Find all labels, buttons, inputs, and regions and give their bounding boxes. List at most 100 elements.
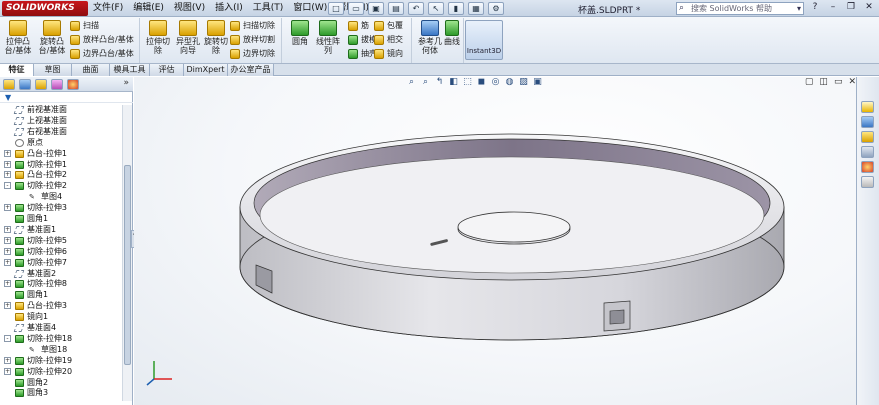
tab-office-products[interactable]: 办公室产品 — [228, 64, 274, 76]
tree-scrollbar-thumb[interactable] — [124, 165, 131, 365]
tree-item[interactable]: 圆角1 — [0, 214, 122, 224]
tree-item[interactable]: 上视基准面 — [0, 116, 122, 126]
restore-icon[interactable]: ❐ — [845, 2, 857, 12]
collapse-icon[interactable]: - — [4, 334, 11, 342]
expand-icon[interactable]: + — [4, 367, 11, 375]
viewport-tile-icon[interactable]: ◫ — [819, 77, 828, 87]
tab-mold-tools[interactable]: 模具工具 — [110, 64, 150, 76]
curves-button[interactable]: 曲线 — [440, 20, 464, 46]
loft-boss-button[interactable]: 放样凸台/基体 — [70, 34, 134, 46]
hide-show-items-icon[interactable]: ◎ — [490, 77, 501, 87]
help-search-input[interactable]: ⌕ 搜索 SolidWorks 帮助 ▾ — [676, 2, 804, 15]
file-explorer-icon[interactable] — [861, 131, 874, 143]
print-icon[interactable]: ▤ — [388, 2, 404, 15]
expand-icon[interactable]: + — [4, 280, 11, 288]
apply-scene-icon[interactable]: ▨ — [518, 77, 529, 87]
tree-item[interactable]: 基准面2 — [0, 269, 122, 279]
tree-item[interactable]: + 凸台-拉伸1 — [0, 149, 122, 159]
shell-button[interactable]: 抽壳 — [348, 48, 377, 60]
revolve-boss-button[interactable]: 旋转凸 台/基体 — [36, 20, 68, 55]
close-icon[interactable]: ✕ — [863, 2, 875, 12]
menu-edit[interactable]: 编辑(E) — [133, 2, 164, 15]
cup-lid-model[interactable] — [232, 125, 792, 365]
property-manager-tab-icon[interactable] — [19, 79, 31, 90]
new-document-icon[interactable]: □ — [328, 2, 344, 15]
tab-dimxpert[interactable]: DimXpert — [184, 64, 228, 76]
lofted-cut-button[interactable]: 放样切割 — [230, 34, 275, 46]
menu-file[interactable]: 文件(F) — [93, 2, 123, 15]
search-results-icon[interactable] — [861, 146, 874, 158]
rib-button[interactable]: 筋 — [348, 20, 369, 32]
tab-sketch[interactable]: 草图 — [34, 64, 72, 76]
tree-scrollbar[interactable] — [122, 105, 132, 401]
tree-item[interactable]: + 凸台-拉伸3 — [0, 301, 122, 311]
expand-icon[interactable]: + — [4, 171, 11, 179]
tree-item[interactable]: 圆角1 — [0, 290, 122, 300]
appearances-scenes-icon[interactable] — [861, 161, 874, 173]
viewport-restore-icon[interactable]: ▢ — [805, 77, 814, 87]
boundary-cut-button[interactable]: 边界切除 — [230, 48, 275, 60]
display-style-icon[interactable]: ◼ — [476, 77, 487, 87]
custom-properties-icon[interactable] — [861, 176, 874, 188]
swept-cut-button[interactable]: 扫描切除 — [230, 20, 275, 32]
feature-manager-tab-icon[interactable] — [3, 79, 15, 90]
expand-icon[interactable]: + — [4, 247, 11, 255]
tree-item[interactable]: + 切除-拉伸7 — [0, 258, 122, 268]
solidworks-logo[interactable]: SOLIDWORKS — [2, 1, 88, 16]
select-cursor-icon[interactable]: ↖ — [428, 2, 444, 15]
tree-item[interactable]: + 切除-拉伸3 — [0, 203, 122, 213]
previous-view-icon[interactable]: ↰ — [434, 77, 445, 87]
tab-features[interactable]: 特征 — [0, 64, 34, 76]
minimize-icon[interactable]: – — [827, 2, 839, 12]
section-view-icon[interactable]: ◧ — [448, 77, 459, 87]
open-folder-icon[interactable]: ▭ — [348, 2, 364, 15]
wrap-button[interactable]: 包覆 — [374, 20, 403, 32]
tree-item[interactable]: - 切除-拉伸2 — [0, 181, 122, 191]
tree-item[interactable]: - 切除-拉伸18 — [0, 334, 122, 344]
draft-button[interactable]: 拔模 — [348, 34, 377, 46]
tree-item[interactable]: ✎ 草图18 — [0, 345, 122, 355]
boundary-boss-button[interactable]: 边界凸台/基体 — [70, 48, 134, 60]
display-manager-tab-icon[interactable] — [67, 79, 79, 90]
expand-icon[interactable]: + — [4, 149, 11, 157]
viewport-maximize-icon[interactable]: ▭ — [834, 77, 843, 87]
save-icon[interactable]: ▣ — [368, 2, 384, 15]
instant3d-button[interactable]: Instant3D — [465, 20, 503, 60]
tree-item[interactable]: + 切除-拉伸20 — [0, 367, 122, 377]
intersect-button[interactable]: 相交 — [374, 34, 403, 46]
tree-item[interactable]: + 切除-拉伸6 — [0, 247, 122, 257]
configuration-manager-tab-icon[interactable] — [35, 79, 47, 90]
tab-evaluate[interactable]: 评估 — [150, 64, 184, 76]
tree-item[interactable]: + 切除-拉伸8 — [0, 279, 122, 289]
view-orientation-icon[interactable]: ⬚ — [462, 77, 473, 87]
tree-item[interactable]: 基准面4 — [0, 323, 122, 333]
expand-icon[interactable]: + — [4, 302, 11, 310]
expand-icon[interactable]: + — [4, 356, 11, 364]
tree-item[interactable]: 圆角3 — [0, 388, 122, 398]
revolve-cut-button[interactable]: 旋转切 除 — [200, 20, 232, 55]
help-question-icon[interactable]: ? — [809, 2, 821, 12]
expand-icon[interactable]: + — [4, 160, 11, 168]
tree-item[interactable]: + 切除-拉伸5 — [0, 236, 122, 246]
search-dropdown-icon[interactable]: ▾ — [797, 3, 801, 14]
view-settings-icon[interactable]: ▣ — [532, 77, 543, 87]
tree-item[interactable]: 前视基准面 — [0, 105, 122, 115]
tree-item[interactable]: 镜向1 — [0, 312, 122, 322]
expand-icon[interactable]: + — [4, 258, 11, 266]
tree-item[interactable]: ✎ 草图4 — [0, 192, 122, 202]
tree-item[interactable]: 圆角2 — [0, 378, 122, 388]
tree-item[interactable]: 原点 — [0, 138, 122, 148]
linear-pattern-button[interactable]: 线性阵 列 — [312, 20, 344, 55]
solidworks-resources-icon[interactable] — [861, 101, 874, 113]
tab-surfaces[interactable]: 曲面 — [72, 64, 110, 76]
menu-tools[interactable]: 工具(T) — [253, 2, 284, 15]
edit-appearance-icon[interactable]: ◍ — [504, 77, 515, 87]
filter-icon[interactable]: ▼ — [5, 93, 11, 102]
tree-item[interactable]: + 凸台-拉伸2 — [0, 170, 122, 180]
graphics-area[interactable]: ⌕ ⌕ ↰ ◧ ⬚ ◼ ◎ ◍ ▨ ▣ ▢ ◫ ▭ ✕ — [134, 77, 856, 405]
menu-insert[interactable]: 插入(I) — [215, 2, 243, 15]
dimxpert-manager-tab-icon[interactable] — [51, 79, 63, 90]
menu-view[interactable]: 视图(V) — [174, 2, 205, 15]
expand-icon[interactable]: + — [4, 204, 11, 212]
extrude-boss-button[interactable]: 拉伸凸 台/基体 — [2, 20, 34, 55]
